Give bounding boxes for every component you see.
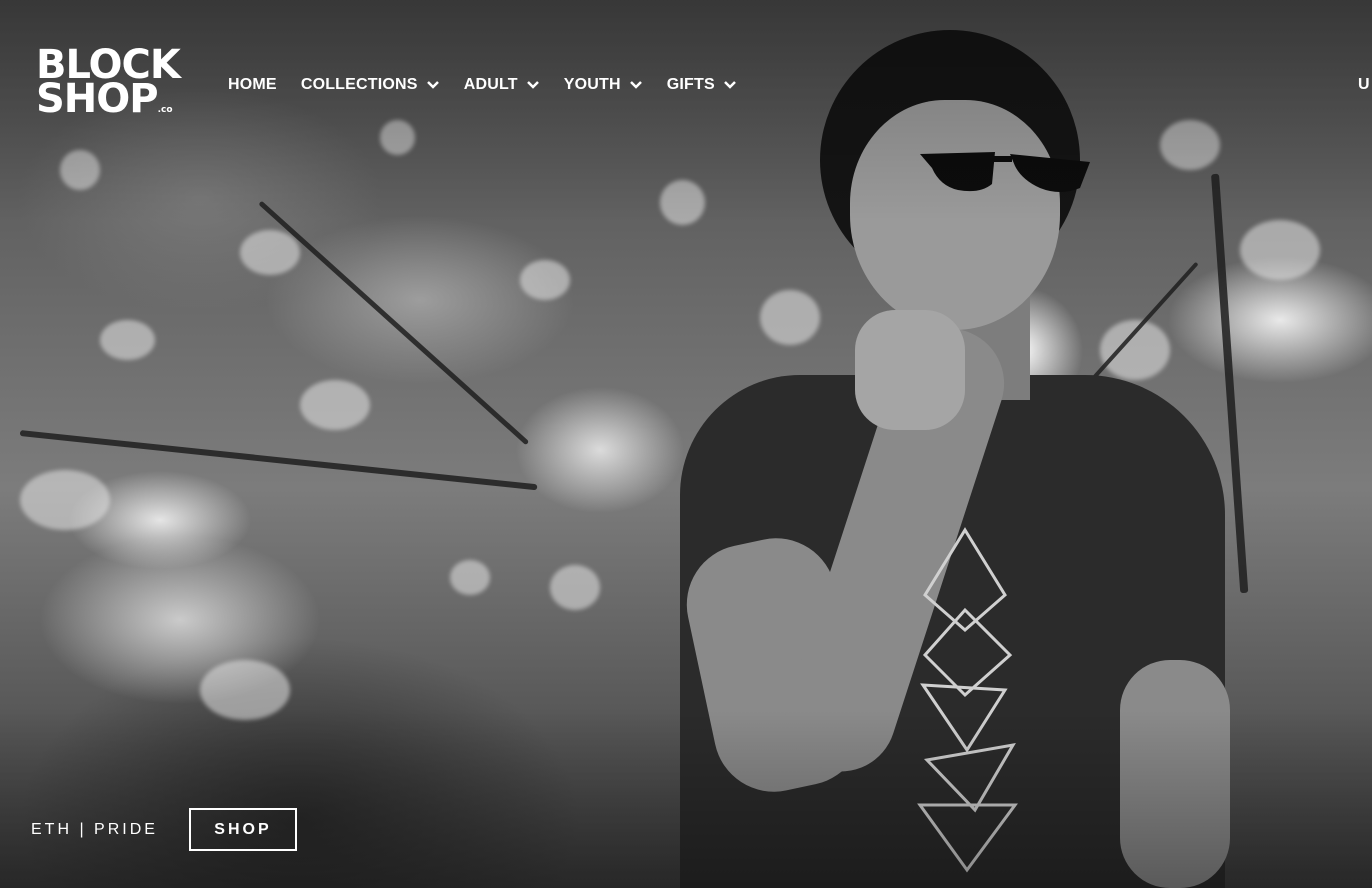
collection-caption: ETH | PRIDE (31, 820, 158, 838)
nav-item-adult[interactable]: ADULT (464, 76, 540, 94)
nav-item-label: GIFTS (666, 76, 715, 93)
hero-caption: ETH | PRIDE SHOP (31, 808, 297, 851)
utility-nav-partial[interactable]: U (1358, 76, 1372, 94)
nav-item-home[interactable]: HOME (228, 76, 277, 94)
site-header: BLOCK SHOP.co HOME COLLECTIONS ADULT YOU… (0, 0, 1372, 150)
chevron-down-icon (629, 81, 642, 89)
nav-item-collections[interactable]: COLLECTIONS (301, 76, 440, 94)
nav-item-label: COLLECTIONS (300, 76, 418, 93)
chevron-down-icon (723, 81, 736, 89)
logo-suffix: .co (157, 105, 173, 116)
logo-line2-text: SHOP (36, 76, 159, 123)
chevron-down-icon (526, 81, 539, 89)
shop-button[interactable]: SHOP (188, 808, 297, 851)
nav-item-gifts[interactable]: GIFTS (667, 76, 737, 94)
nav-item-label: ADULT (463, 76, 518, 93)
nav-item-youth[interactable]: YOUTH (564, 76, 643, 94)
logo-line2: SHOP.co (36, 79, 186, 119)
chevron-down-icon (426, 81, 439, 89)
nav-item-label: HOME (228, 76, 277, 93)
main-nav: HOME COLLECTIONS ADULT YOUTH GIFTS (228, 76, 761, 94)
nav-item-label: YOUTH (563, 76, 621, 93)
brand-logo[interactable]: BLOCK SHOP.co (36, 45, 186, 120)
